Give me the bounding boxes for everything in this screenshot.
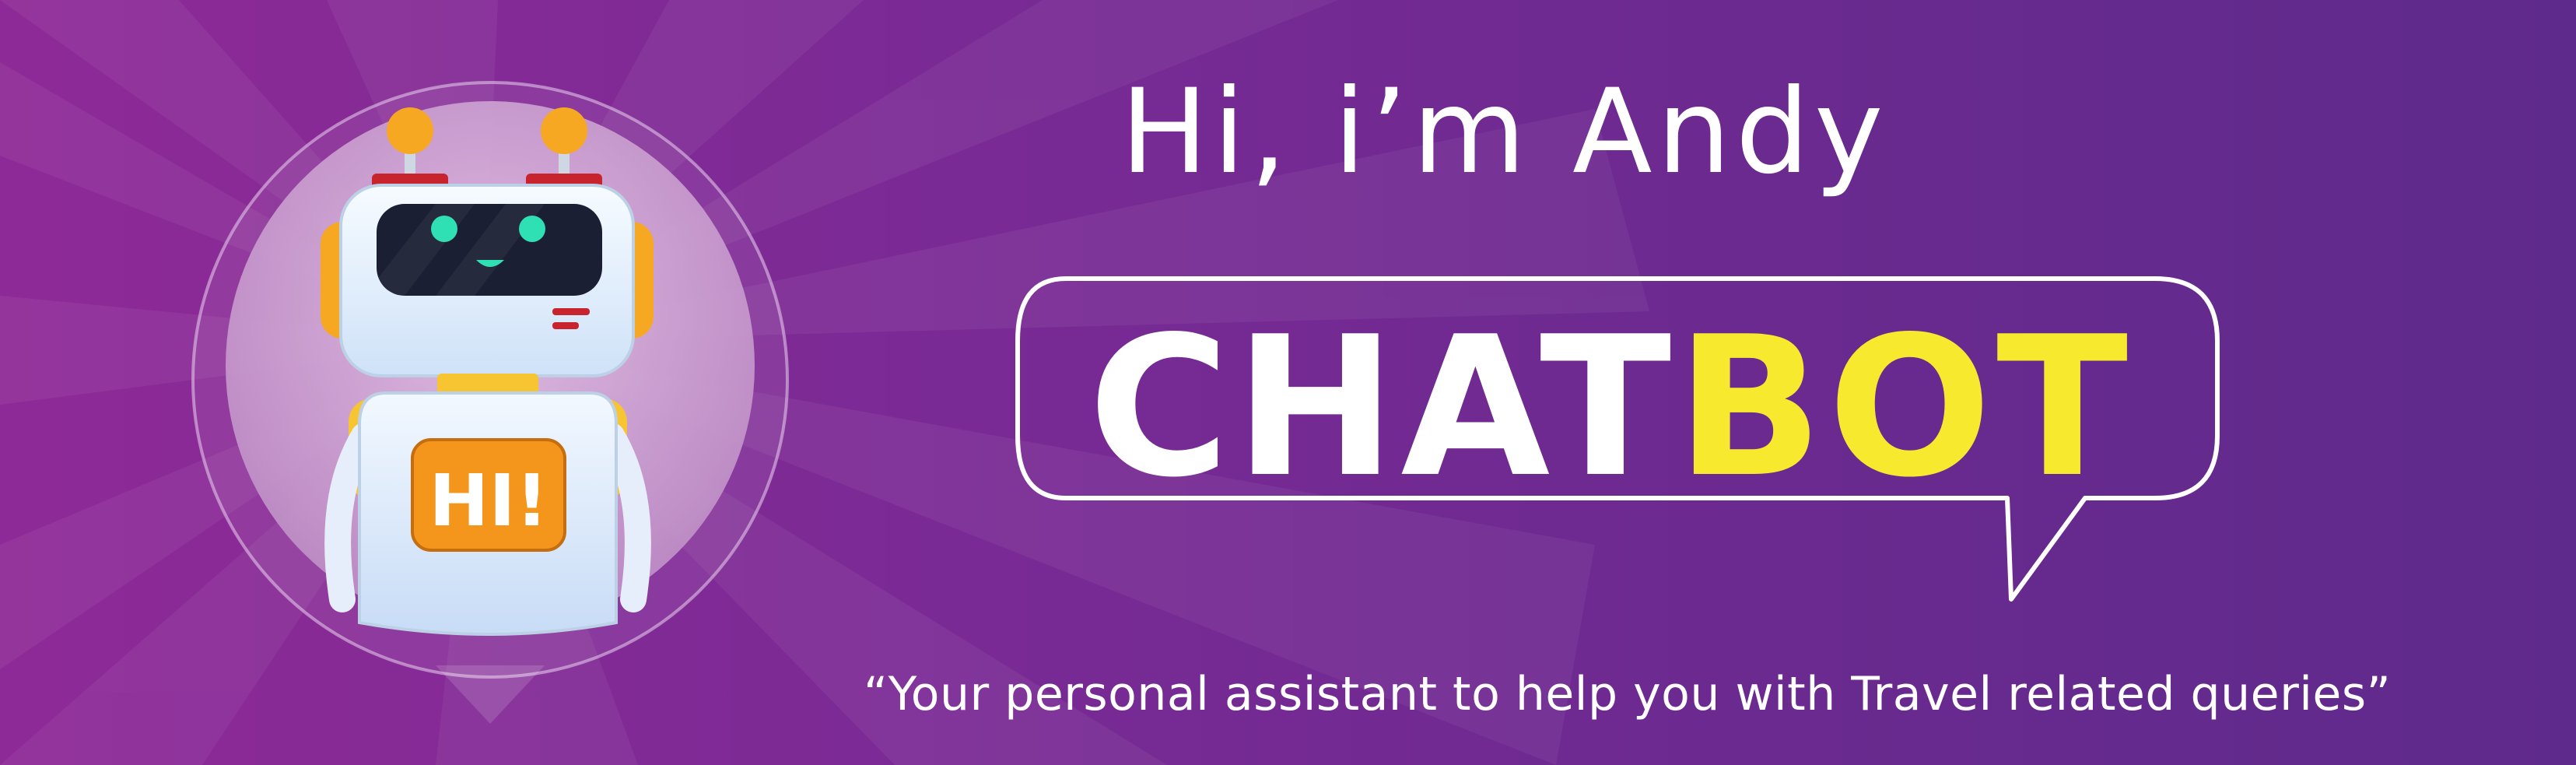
tagline: “Your personal assistant to help you wit…: [864, 667, 2392, 721]
chatbot-banner: HI! Hi, i’m Andy CHATBOT “Your personal …: [0, 0, 2576, 765]
hi-badge-icon: HI!: [411, 438, 566, 552]
title-bot: BOT: [1676, 296, 2133, 520]
badge-text: HI!: [429, 459, 548, 542]
title-chat: CHAT: [1088, 296, 1677, 520]
robot-illustration: HI!: [191, 81, 789, 724]
greeting-heading: Hi, i’m Andy: [1120, 65, 1888, 200]
robot-icon: [321, 107, 654, 636]
chatbot-title: CHATBOT: [1039, 311, 2182, 504]
